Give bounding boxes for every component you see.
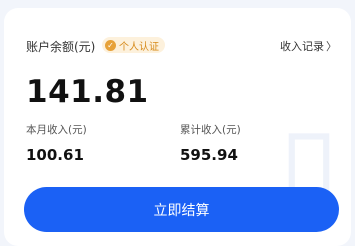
income-record-label: 收入记录 (280, 40, 324, 53)
chevron-right-icon: 〉 (326, 40, 337, 53)
total-income-label: 累计收入(元) (180, 124, 241, 136)
balance-amount: 141.81 (26, 74, 149, 110)
verify-badge-text: 个人认证 (119, 41, 159, 53)
balance-card: ▯ 账户余额(元) ✓ 个人认证 收入记录 〉 141.81 本月收入(元) 1… (4, 8, 351, 246)
verify-badge: ✓ 个人认证 (102, 37, 165, 53)
monthly-income-label: 本月收入(元) (26, 124, 87, 136)
balance-label: 账户余额(元) (26, 40, 96, 54)
monthly-income-value: 100.61 (26, 146, 84, 164)
total-income-value: 595.94 (180, 146, 238, 164)
income-record-link[interactable]: 收入记录 〉 (280, 38, 337, 54)
check-icon: ✓ (105, 39, 116, 51)
settle-now-button[interactable]: 立即结算 (24, 187, 339, 232)
